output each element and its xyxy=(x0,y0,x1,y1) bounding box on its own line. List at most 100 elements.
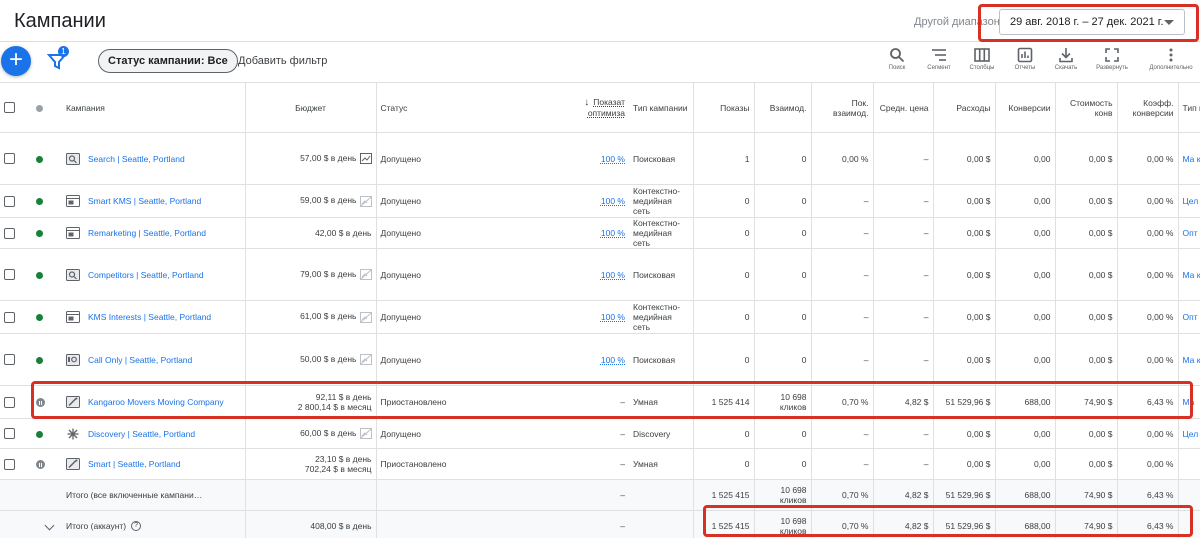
table-row[interactable]: Remarketing | Seattle, Portland 42,00 $ в… xyxy=(0,217,1200,249)
status-indicator-icon[interactable] xyxy=(36,460,45,470)
cost-per-conv-cell: 0,00 $ xyxy=(1055,300,1118,334)
download-tool-button[interactable]: Скачать xyxy=(1041,45,1091,81)
totals-interaction-rate-cell: 0,70 % xyxy=(811,479,874,511)
col-impressions[interactable]: Показы xyxy=(693,82,755,133)
opt-score-value[interactable]: 100 % xyxy=(601,270,625,280)
col-cost-per-conv[interactable]: Стоимость конв xyxy=(1055,82,1118,133)
col-cost[interactable]: Расходы xyxy=(933,82,996,133)
table-row[interactable]: Competitors | Seattle, Portland 79,00 $ в… xyxy=(0,248,1200,301)
table-row[interactable]: Search | Seattle, Portland 57,00 $ в день… xyxy=(0,132,1200,185)
campaign-name-link[interactable]: Remarketing | Seattle, Portland xyxy=(88,228,206,238)
bid-strategy-link[interactable]: Ма кон (це из ста xyxy=(1183,154,1200,164)
segment-icon xyxy=(932,49,946,61)
budget-daily[interactable]: 60,00 $ в день xyxy=(300,428,356,438)
col-campaign[interactable]: Кампания xyxy=(62,82,246,133)
opt-score-value[interactable]: 100 % xyxy=(601,355,625,365)
select-all-checkbox[interactable] xyxy=(4,102,15,114)
table-row[interactable]: KMS Interests | Seattle, Portland 61,00 $… xyxy=(0,300,1200,334)
row-checkbox[interactable] xyxy=(4,311,15,323)
campaign-name-link[interactable]: Smart | Seattle, Portland xyxy=(88,459,180,469)
campaign-name-link[interactable]: Discovery | Seattle, Portland xyxy=(88,429,195,439)
more-tool-button[interactable]: Дополнительно xyxy=(1146,45,1196,81)
bid-strategy-link[interactable]: Цел за к xyxy=(1183,196,1200,206)
table-row[interactable]: Smart | Seattle, Portland 23,10 $ в день 7… xyxy=(0,448,1200,480)
row-checkbox[interactable] xyxy=(4,153,15,165)
add-filter-button[interactable]: Добавить фильтр xyxy=(238,55,327,67)
campaign-name-link[interactable]: Call Only | Seattle, Portland xyxy=(88,355,192,365)
col-interactions[interactable]: Взаимод. xyxy=(754,82,812,133)
status-indicator-icon[interactable] xyxy=(36,198,43,206)
budget-no-data-icon[interactable] xyxy=(359,354,372,366)
row-checkbox[interactable] xyxy=(4,396,15,408)
opt-score-value[interactable]: 100 % xyxy=(601,154,625,164)
col-bid-strategy[interactable]: Тип назн стр xyxy=(1178,82,1200,133)
opt-score-cell: 100 % xyxy=(558,333,629,386)
col-status[interactable]: Статус xyxy=(376,82,558,133)
campaign-name-link[interactable]: Smart KMS | Seattle, Portland xyxy=(88,196,201,206)
col-type[interactable]: Тип кампании xyxy=(629,82,694,133)
bid-strategy-link[interactable]: Ма xyxy=(1183,397,1195,407)
row-select-cell xyxy=(0,333,32,386)
row-checkbox[interactable] xyxy=(4,354,15,366)
bid-strategy-link[interactable]: Ма кон (це из ста xyxy=(1183,270,1200,280)
budget-daily[interactable]: 92,11 $ в день xyxy=(316,392,372,402)
budget-daily[interactable]: 79,00 $ в день xyxy=(300,269,356,279)
status-indicator-icon[interactable] xyxy=(36,230,43,238)
bid-strategy-link[interactable]: Опт xyxy=(1183,312,1198,322)
status-indicator-icon[interactable] xyxy=(36,271,43,279)
row-checkbox[interactable] xyxy=(4,458,15,470)
row-checkbox[interactable] xyxy=(4,227,15,239)
row-checkbox[interactable] xyxy=(4,269,15,281)
budget-daily[interactable]: 61,00 $ в день xyxy=(300,311,356,321)
budget-cell: 23,10 $ в день 702,24 $ в месяц xyxy=(245,448,377,480)
col-conv-rate[interactable]: Коэфф. конверсии xyxy=(1117,82,1179,133)
expand-tool-button[interactable]: Развернуть xyxy=(1087,45,1137,81)
bid-strategy-link[interactable]: Опт xyxy=(1183,228,1198,238)
status-indicator-icon[interactable] xyxy=(36,398,45,408)
col-budget[interactable]: Бюджет xyxy=(245,82,377,133)
status-indicator-icon[interactable] xyxy=(36,155,43,163)
budget-chart-icon[interactable] xyxy=(359,153,372,165)
campaign-name-link[interactable]: Competitors | Seattle, Portland xyxy=(88,270,204,280)
table-row[interactable]: Kangaroo Movers Moving Company 92,11 $ в … xyxy=(0,385,1200,419)
table-row[interactable]: Smart KMS | Seattle, Portland 59,00 $ в д… xyxy=(0,184,1200,218)
campaign-cell: Remarketing | Seattle, Portland xyxy=(62,217,246,249)
table-row[interactable]: Discovery | Seattle, Portland 60,00 $ в д… xyxy=(0,418,1200,449)
row-select-cell xyxy=(0,248,32,301)
budget-no-data-icon[interactable] xyxy=(359,269,372,281)
budget-daily[interactable]: 23,10 $ в день xyxy=(315,454,371,464)
bid-strategy-link[interactable]: Цел за xyxy=(1183,429,1200,439)
bid-strategy-link[interactable]: Ма кон (це из ста xyxy=(1183,355,1200,365)
add-campaign-button[interactable]: + xyxy=(1,46,31,76)
help-icon[interactable]: ? xyxy=(131,521,142,532)
col-avg-cost[interactable]: Средн. цена xyxy=(873,82,934,133)
budget-no-data-icon[interactable] xyxy=(359,311,372,323)
budget-daily[interactable]: 59,00 $ в день xyxy=(300,195,356,205)
opt-score-value[interactable]: 100 % xyxy=(601,228,625,238)
campaign-status-filter-chip[interactable]: Статус кампании: Все xyxy=(98,49,238,73)
budget-no-data-icon[interactable] xyxy=(359,428,372,440)
col-conversions[interactable]: Конверсии xyxy=(995,82,1056,133)
status-filter-dot[interactable] xyxy=(36,104,43,112)
table-row[interactable]: Call Only | Seattle, Portland 50,00 $ в д… xyxy=(0,333,1200,386)
opt-score-value[interactable]: 100 % xyxy=(601,196,625,206)
totals-cost-per-conv-cell: 74,90 $ xyxy=(1055,479,1118,511)
campaign-name-link[interactable]: KMS Interests | Seattle, Portland xyxy=(88,312,211,322)
opt-score-value[interactable]: 100 % xyxy=(601,312,625,322)
chevron-down-icon[interactable] xyxy=(44,520,55,531)
date-range-picker[interactable]: 29 авг. 2018 г. – 27 дек. 2021 г. xyxy=(999,9,1185,35)
row-checkbox[interactable] xyxy=(4,428,15,440)
budget-daily[interactable]: 50,00 $ в день xyxy=(300,354,356,364)
cost-per-conv-cell: 0,00 $ xyxy=(1055,132,1118,185)
col-interaction-rate[interactable]: Пок. взаимод. xyxy=(811,82,874,133)
campaign-name-link[interactable]: Search | Seattle, Portland xyxy=(88,154,185,164)
row-checkbox[interactable] xyxy=(4,195,15,207)
budget-daily[interactable]: 42,00 $ в день xyxy=(315,228,371,238)
status-indicator-icon[interactable] xyxy=(36,430,43,438)
status-indicator-icon[interactable] xyxy=(36,314,43,322)
col-opt-score[interactable]: ↓ Показат оптимиза xyxy=(558,82,629,133)
budget-daily[interactable]: 57,00 $ в день xyxy=(300,153,356,163)
status-indicator-icon[interactable] xyxy=(36,356,43,364)
campaign-name-link[interactable]: Kangaroo Movers Moving Company xyxy=(88,397,224,407)
budget-no-data-icon[interactable] xyxy=(359,195,372,207)
